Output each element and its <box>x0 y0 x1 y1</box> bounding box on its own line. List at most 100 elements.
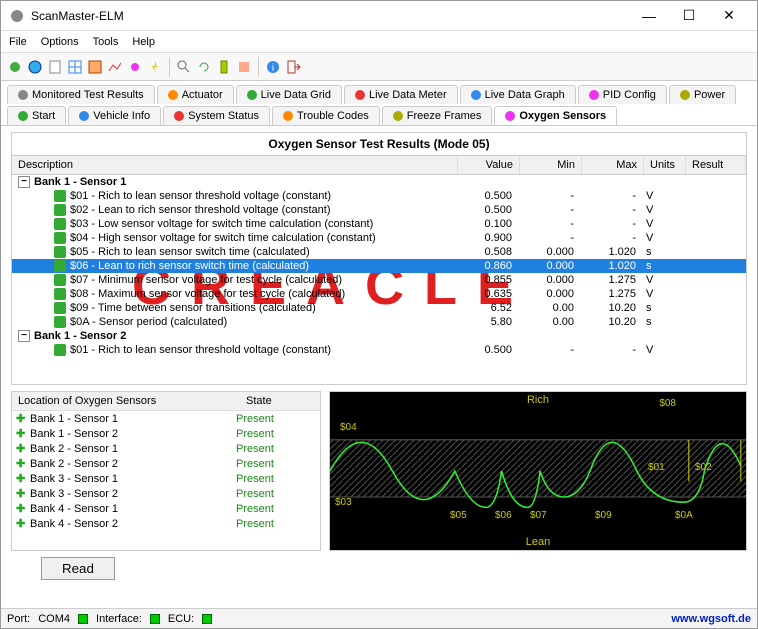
location-row[interactable]: ✚Bank 3 - Sensor 1Present <box>12 471 320 486</box>
bank-header[interactable]: −Bank 1 - Sensor 2 <box>12 329 746 343</box>
device-icon[interactable] <box>216 59 232 75</box>
location-row[interactable]: ✚Bank 2 - Sensor 2Present <box>12 456 320 471</box>
maximize-button[interactable]: ☐ <box>669 7 709 24</box>
sensor-row[interactable]: $05 - Rich to lean sensor switch time (c… <box>12 245 746 259</box>
row-desc: $09 - Time between sensor transitions (c… <box>70 302 456 314</box>
location-row[interactable]: ✚Bank 4 - Sensor 1Present <box>12 501 320 516</box>
sensor-row[interactable]: $08 - Maximum sensor voltage for test cy… <box>12 287 746 301</box>
power-icon[interactable] <box>147 59 163 75</box>
minimize-button[interactable]: — <box>629 8 669 24</box>
grid-icon[interactable] <box>67 59 83 75</box>
tab-pid-config[interactable]: PID Config <box>578 85 667 104</box>
loc-state: Present <box>236 458 316 470</box>
tab-oxygen-sensors[interactable]: Oxygen Sensors <box>494 106 617 125</box>
tab-freeze-frames[interactable]: Freeze Frames <box>382 106 493 125</box>
row-min: 0.00 <box>518 302 580 314</box>
tab-row-2: Start Vehicle InfoSystem StatusTrouble Co… <box>7 106 751 125</box>
tab-live-data-grid[interactable]: Live Data Grid <box>236 85 342 104</box>
tab-label: Monitored Test Results <box>32 89 144 101</box>
location-row[interactable]: ✚Bank 1 - Sensor 1Present <box>12 411 320 426</box>
chart-lbl-01: $01 <box>648 462 665 473</box>
tab-trouble-codes[interactable]: Trouble Codes <box>272 106 380 125</box>
sensor-row[interactable]: $01 - Rich to lean sensor threshold volt… <box>12 189 746 203</box>
chart-lbl-02: $02 <box>695 462 712 473</box>
tab-actuator[interactable]: Actuator <box>157 85 234 104</box>
result-tree[interactable]: CREACLE −Bank 1 - Sensor 1$01 - Rich to … <box>11 175 747 385</box>
row-value: 0.508 <box>456 246 518 258</box>
pid-icon <box>54 232 66 244</box>
search-icon[interactable] <box>176 59 192 75</box>
row-desc: $01 - Rich to lean sensor threshold volt… <box>70 344 456 356</box>
tab-bullet-icon <box>589 90 599 100</box>
row-min: 0.000 <box>518 274 580 286</box>
panel-title: Oxygen Sensor Test Results (Mode 05) <box>11 132 747 155</box>
sensor-row[interactable]: $06 - Lean to rich sensor switch time (c… <box>12 259 746 273</box>
separator <box>258 57 259 77</box>
location-row[interactable]: ✚Bank 4 - Sensor 2Present <box>12 516 320 531</box>
test-icon[interactable] <box>236 59 252 75</box>
sensor-row[interactable]: $02 - Lean to rich sensor threshold volt… <box>12 203 746 217</box>
pid-icon <box>54 316 66 328</box>
row-max: 1.020 <box>580 246 642 258</box>
tab-system-status[interactable]: System Status <box>163 106 270 125</box>
status-port-value: COM4 <box>38 613 70 625</box>
collapse-icon[interactable]: − <box>18 330 30 342</box>
col-units[interactable]: Units <box>644 156 686 174</box>
sensor-row[interactable]: $04 - High sensor voltage for switch tim… <box>12 231 746 245</box>
info-icon[interactable]: i <box>265 59 281 75</box>
row-min: 0.000 <box>518 246 580 258</box>
loc-name: Bank 4 - Sensor 2 <box>30 518 236 530</box>
col-max[interactable]: Max <box>582 156 644 174</box>
sensor-row[interactable]: $07 - Minimum sensor voltage for test cy… <box>12 273 746 287</box>
read-button[interactable]: Read <box>41 557 115 580</box>
graph-icon[interactable] <box>107 59 123 75</box>
collapse-icon[interactable]: − <box>18 176 30 188</box>
tab-bullet-icon <box>18 90 28 100</box>
sensor-row[interactable]: $01 - Rich to lean sensor threshold volt… <box>12 343 746 357</box>
tab-live-data-meter[interactable]: Live Data Meter <box>344 85 458 104</box>
loc-col-state[interactable]: State <box>240 392 320 410</box>
location-row[interactable]: ✚Bank 3 - Sensor 2Present <box>12 486 320 501</box>
menu-options[interactable]: Options <box>41 36 79 48</box>
close-button[interactable]: ✕ <box>709 7 749 24</box>
col-value[interactable]: Value <box>458 156 520 174</box>
exit-icon[interactable] <box>285 59 301 75</box>
location-row[interactable]: ✚Bank 1 - Sensor 2Present <box>12 426 320 441</box>
loc-col-name[interactable]: Location of Oxygen Sensors <box>12 392 240 410</box>
connect-icon[interactable] <box>7 59 23 75</box>
chart-lbl-06: $06 <box>495 510 512 521</box>
status-link[interactable]: www.wgsoft.de <box>671 613 751 625</box>
grid-header: Description Value Min Max Units Result <box>11 155 747 175</box>
plus-icon: ✚ <box>16 487 30 500</box>
row-value: 0.100 <box>456 218 518 230</box>
refresh-icon[interactable] <box>196 59 212 75</box>
chart-lbl-09: $09 <box>595 510 612 521</box>
pid-icon <box>54 274 66 286</box>
menu-tools[interactable]: Tools <box>93 36 119 48</box>
tab-monitored-test-results[interactable]: Monitored Test Results <box>7 85 155 104</box>
location-list[interactable]: ✚Bank 1 - Sensor 1Present✚Bank 1 - Senso… <box>12 411 320 550</box>
doc-icon[interactable] <box>47 59 63 75</box>
tab-label: Start <box>32 110 55 122</box>
col-min[interactable]: Min <box>520 156 582 174</box>
config-icon[interactable] <box>127 59 143 75</box>
bank-header[interactable]: −Bank 1 - Sensor 1 <box>12 175 746 189</box>
sensor-row[interactable]: $0A - Sensor period (calculated)5.800.00… <box>12 315 746 329</box>
menu-file[interactable]: File <box>9 36 27 48</box>
row-desc: $06 - Lean to rich sensor switch time (c… <box>70 260 456 272</box>
col-description[interactable]: Description <box>12 156 458 174</box>
menu-help[interactable]: Help <box>132 36 155 48</box>
row-value: 0.855 <box>456 274 518 286</box>
row-min: - <box>518 218 580 230</box>
tab-live-data-graph[interactable]: Live Data Graph <box>460 85 576 104</box>
globe-icon[interactable] <box>27 59 43 75</box>
sensor-row[interactable]: $03 - Low sensor voltage for switch time… <box>12 217 746 231</box>
tab-start[interactable]: Start <box>7 106 66 125</box>
row-max: - <box>580 190 642 202</box>
tab-power[interactable]: Power <box>669 85 736 104</box>
sensor-row[interactable]: $09 - Time between sensor transitions (c… <box>12 301 746 315</box>
col-result[interactable]: Result <box>686 156 746 174</box>
tab-vehicle-info[interactable]: Vehicle Info <box>68 106 161 125</box>
meter-icon[interactable] <box>87 59 103 75</box>
location-row[interactable]: ✚Bank 2 - Sensor 1Present <box>12 441 320 456</box>
